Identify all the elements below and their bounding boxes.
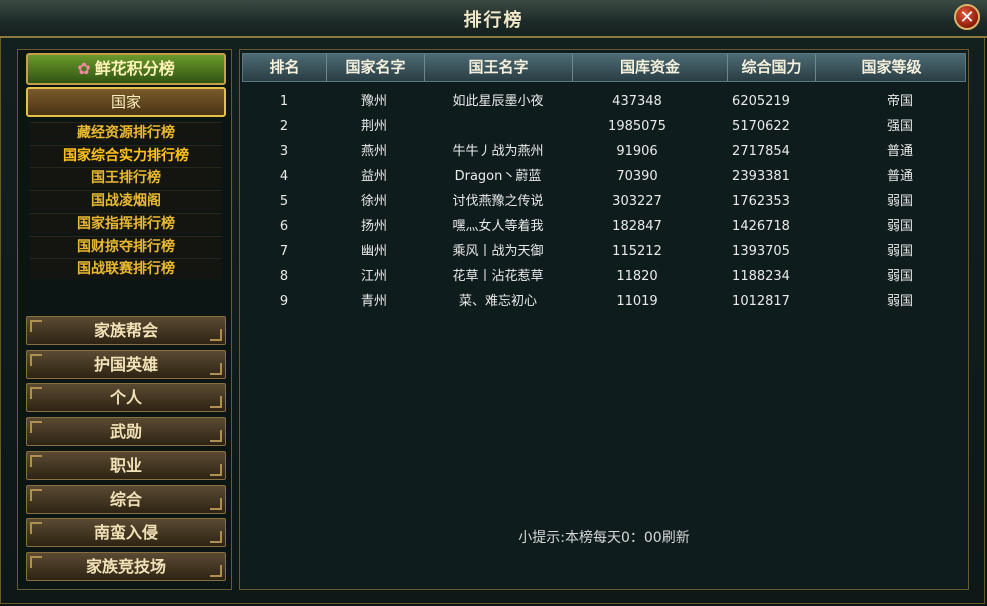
column-header[interactable]: 国家名字	[327, 54, 425, 81]
category-button[interactable]: 护国英雄	[26, 350, 226, 379]
table-cell: 1762353	[732, 194, 790, 209]
table-cell: 强国	[886, 119, 913, 134]
window-title: 排行榜	[463, 10, 524, 31]
sidebar-subitem[interactable]: 藏经资源排行榜	[30, 122, 222, 143]
refresh-tip: 小提示:本榜每天0：00刷新	[518, 530, 690, 546]
table-cell: 普通	[886, 169, 913, 184]
table-cell: 2393381	[732, 169, 790, 184]
table-cell: 弱国	[886, 269, 913, 284]
sidebar-subitem[interactable]: 国战联赛排行榜	[30, 258, 222, 279]
column-header[interactable]: 排名	[243, 54, 327, 81]
flower-score-button[interactable]: ✿ 鲜花积分榜	[26, 53, 226, 85]
table-cell: 1012817	[732, 294, 790, 309]
table-cell: 1188234	[732, 269, 790, 284]
table-row[interactable]: 5 徐州 讨伐燕豫之传说 303227 1762353 弱国	[242, 189, 966, 214]
table-cell	[423, 114, 573, 139]
table-cell: 普通	[886, 144, 913, 159]
sidebar-subitem[interactable]: 国战凌烟阁	[30, 190, 222, 211]
table-cell: 6205219	[732, 94, 790, 109]
table-cell: 菜、难忘初心	[458, 294, 537, 309]
table-cell: 帝国	[886, 94, 913, 109]
category-button[interactable]: 职业	[26, 451, 226, 480]
table-row[interactable]: 7 幽州 乘风丨战为天御 115212 1393705 弱国	[242, 239, 966, 264]
table-cell: 2717854	[732, 144, 790, 159]
sidebar-subitem[interactable]: 国家综合实力排行榜	[30, 145, 222, 166]
table-row[interactable]: 4 益州 Dragon丶蔚蓝 70390 2393381 普通	[242, 164, 966, 189]
column-header[interactable]: 国库资金	[573, 54, 728, 81]
category-button[interactable]: 南蛮入侵	[26, 518, 226, 547]
table-header: 排名 国家名字 国王名字 国库资金 综合国力 国家等级	[242, 53, 966, 82]
category-button[interactable]: 家族竞技场	[26, 552, 226, 581]
table-cell: 弱国	[886, 194, 913, 209]
sidebar-subitem[interactable]: 国家指挥排行榜	[30, 213, 222, 234]
flower-icon: ✿	[77, 59, 91, 78]
column-header[interactable]: 综合国力	[728, 54, 816, 81]
table-cell: 弱国	[886, 244, 913, 259]
table-row[interactable]: 9 青州 菜、难忘初心 11019 1012817 弱国	[242, 289, 966, 314]
column-header[interactable]: 国王名字	[425, 54, 573, 81]
title-bar: 排行榜	[0, 0, 987, 38]
table-cell: 讨伐燕豫之传说	[452, 194, 544, 209]
sidebar-subitem[interactable]: 国王排行榜	[30, 167, 222, 188]
table-cell: 弱国	[886, 294, 913, 309]
table-cell: 1426718	[732, 219, 790, 234]
flower-score-label: 鲜花积分榜	[94, 59, 175, 78]
table-row[interactable]: 6 扬州 嘿灬女人等着我 182847 1426718 弱国	[242, 214, 966, 239]
table-cell: 乘风丨战为天御	[452, 244, 544, 259]
column-header[interactable]: 国家等级	[816, 54, 967, 81]
table-row[interactable]: 2 荆州 1985075 5170622 强国	[242, 114, 966, 139]
table-cell: 牛牛丿战为燕州	[452, 144, 544, 159]
close-icon[interactable]: ✕	[954, 4, 980, 30]
table-cell: 1393705	[732, 244, 790, 259]
category-button[interactable]: 个人	[26, 383, 226, 412]
sidebar-subitem[interactable]: 国财掠夺排行榜	[30, 236, 222, 257]
table-row[interactable]: 1 豫州 如此星辰墨小夜 437348 6205219 帝国	[242, 89, 966, 114]
table-cell: 5170622	[732, 119, 790, 134]
table-cell: 嘿灬女人等着我	[452, 219, 544, 234]
country-category-button[interactable]: 国家	[26, 87, 226, 117]
category-button[interactable]: 综合	[26, 485, 226, 514]
table-row[interactable]: 3 燕州 牛牛丿战为燕州 91906 2717854 普通	[242, 139, 966, 164]
table-row[interactable]: 8 江州 花草丨沾花惹草 11820 1188234 弱国	[242, 264, 966, 289]
table-cell: 花草丨沾花惹草	[452, 269, 544, 284]
category-button[interactable]: 家族帮会	[26, 316, 226, 345]
category-button[interactable]: 武勋	[26, 417, 226, 446]
table-cell: Dragon丶蔚蓝	[454, 169, 542, 184]
table-cell: 弱国	[886, 219, 913, 234]
table-cell: 如此星辰墨小夜	[452, 94, 544, 109]
